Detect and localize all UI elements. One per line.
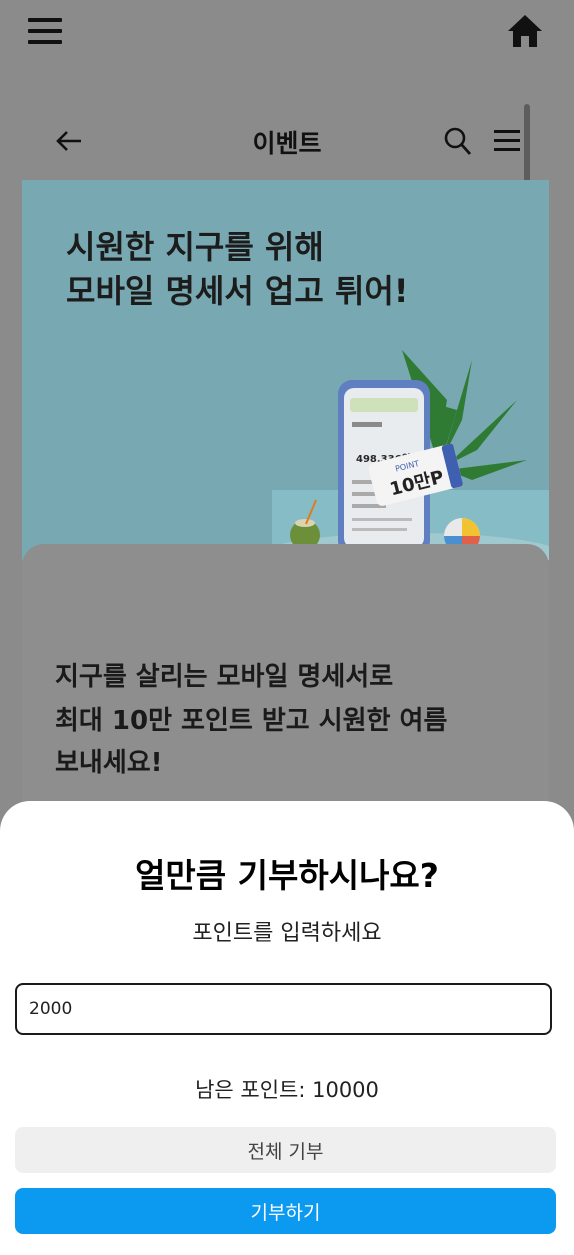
event-illustration: 498,336원 POINT 10만P	[272, 350, 549, 560]
event-banner: 시원한 지구를 위해 모바일 명세서 업고 튀어! 498,336원 POINT…	[22, 180, 549, 560]
webview-header: 이벤트	[0, 100, 574, 398]
event-description-card: 지구를 살리는 모바일 명세서로 최대 10만 포인트 받고 시원한 여름 보내…	[22, 544, 549, 844]
donate-all-button[interactable]: 전체 기부	[15, 1127, 556, 1173]
sheet-subtitle: 포인트를 입력하세요	[192, 921, 382, 946]
banner-headline-1: 시원한 지구를 위해	[66, 228, 324, 266]
donation-bottom-sheet: 얼만큼 기부하시나요? 포인트를 입력하세요 남은 포인트: 10000 전체 …	[0, 801, 574, 1255]
hamburger-icon[interactable]	[28, 18, 62, 44]
app-bar	[0, 0, 574, 70]
sheet-title: 얼만큼 기부하시나요?	[135, 856, 439, 895]
donate-button[interactable]: 기부하기	[15, 1188, 556, 1234]
event-text-3: 보내세요!	[55, 748, 163, 778]
home-icon[interactable]	[507, 14, 543, 48]
page-title: 이벤트	[252, 129, 322, 158]
event-text-1: 지구를 살리는 모바일 명세서로	[55, 662, 394, 692]
menu-icon[interactable]	[494, 130, 520, 152]
donation-amount-input[interactable]	[15, 983, 552, 1035]
banner-headline-2: 모바일 명세서 업고 튀어!	[66, 272, 409, 310]
event-text-2: 최대 10만 포인트 받고 시원한 여름	[55, 706, 448, 736]
search-icon[interactable]	[444, 126, 472, 156]
remaining-points: 남은 포인트: 10000	[195, 1078, 379, 1102]
